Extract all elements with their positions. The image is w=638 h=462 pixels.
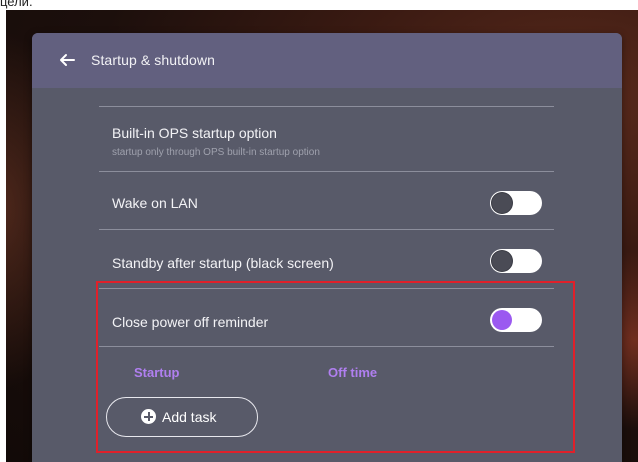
- setting-title-standby-after-startup: Standby after startup (black screen): [112, 255, 334, 271]
- toggle-knob: [492, 310, 512, 330]
- caption-strip: цели.: [0, 0, 638, 10]
- plus-circle-icon: [141, 409, 156, 424]
- divider: [99, 346, 554, 347]
- settings-panel: Startup & shutdown Built-in OPS startup …: [32, 33, 622, 462]
- off-time-column-label: Off time: [328, 365, 378, 380]
- setting-title-wake-on-lan: Wake on LAN: [112, 195, 198, 211]
- toggle-knob: [492, 251, 512, 271]
- setting-title-close-power-off-reminder: Close power off reminder: [112, 314, 269, 330]
- close-power-off-reminder-toggle[interactable]: [490, 308, 542, 332]
- panel-header: Startup & shutdown: [32, 33, 622, 88]
- page-title: Startup & shutdown: [91, 52, 215, 68]
- divider: [99, 171, 554, 172]
- setting-title-ops-startup: Built-in OPS startup option: [112, 125, 277, 141]
- divider: [99, 288, 554, 289]
- caption-fragment: цели.: [0, 0, 33, 9]
- back-arrow-icon[interactable]: [58, 51, 76, 69]
- setting-subtitle-ops-startup: startup only through OPS built-in startu…: [112, 147, 320, 158]
- divider: [99, 229, 554, 230]
- add-task-button[interactable]: Add task: [106, 397, 258, 437]
- toggle-knob: [492, 193, 512, 213]
- add-task-label: Add task: [162, 409, 217, 425]
- divider: [99, 106, 554, 107]
- wake-on-lan-toggle[interactable]: [490, 191, 542, 215]
- startup-column-label: Startup: [134, 365, 180, 380]
- standby-after-startup-toggle[interactable]: [490, 249, 542, 273]
